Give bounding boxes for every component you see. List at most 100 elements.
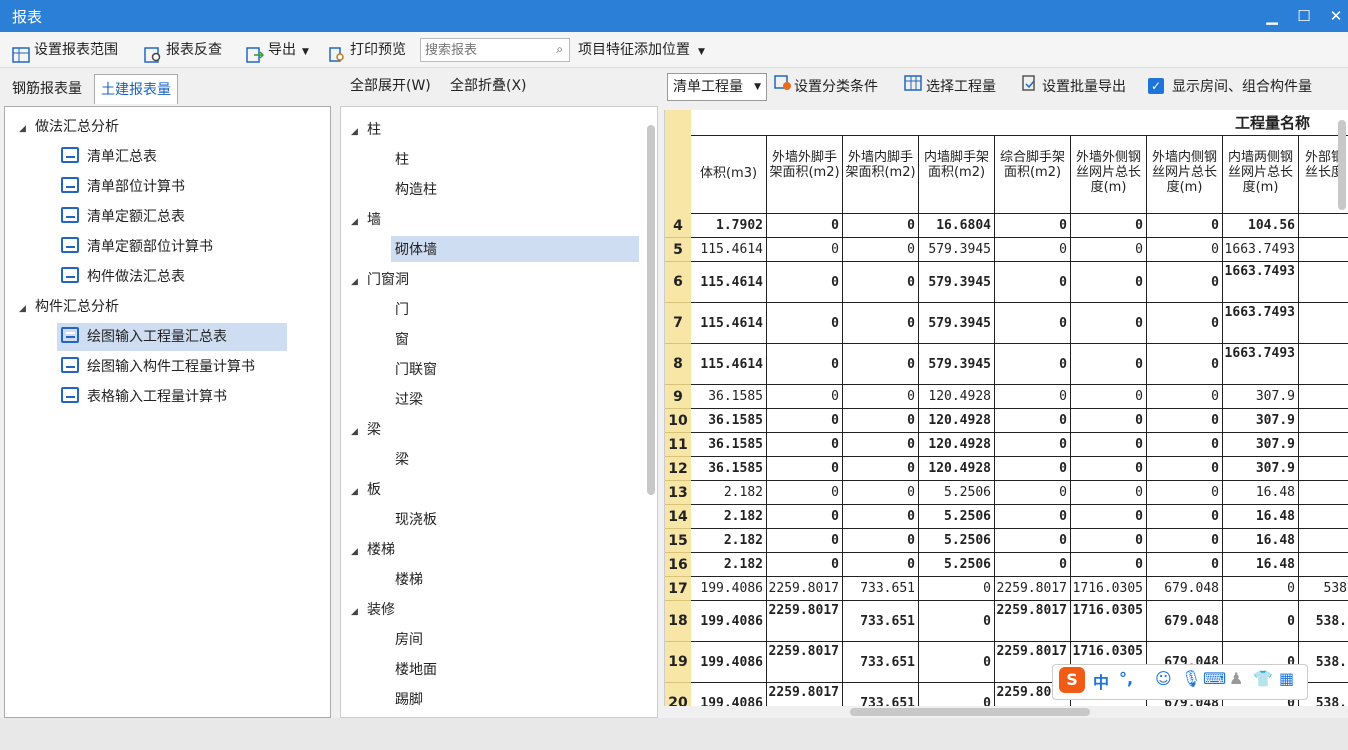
table-cell[interactable] <box>1299 303 1348 344</box>
table-cell[interactable]: 0 <box>1223 601 1299 642</box>
table-cell[interactable]: 679.048 <box>1147 577 1223 601</box>
component-item[interactable]: 柱 <box>395 145 409 175</box>
horizontal-scrollbar[interactable] <box>850 708 1090 716</box>
table-cell[interactable]: 579.3945 <box>919 303 995 344</box>
collapse-caret-icon[interactable]: ◢ <box>351 597 367 627</box>
select-quantity-button[interactable]: 选择工程量 <box>904 70 996 104</box>
row-number[interactable]: 16 <box>665 553 691 577</box>
table-cell[interactable]: 0 <box>1071 553 1147 577</box>
tree-group-component-summary[interactable]: ◢ 构件汇总分析 <box>19 293 119 321</box>
table-cell[interactable] <box>1299 481 1348 505</box>
table-cell[interactable]: 0 <box>843 433 919 457</box>
column-header[interactable]: 体积(m3) <box>691 136 767 214</box>
table-cell[interactable]: 0 <box>1071 385 1147 409</box>
row-number[interactable]: 5 <box>665 238 691 262</box>
table-cell[interactable]: 0 <box>995 553 1071 577</box>
table-cell[interactable]: 5.2506 <box>919 553 995 577</box>
table-cell[interactable] <box>1299 214 1348 238</box>
table-cell[interactable]: 2.182 <box>691 481 767 505</box>
table-cell[interactable]: 5.2506 <box>919 529 995 553</box>
table-cell[interactable]: 0 <box>767 344 843 385</box>
table-cell[interactable]: 0 <box>767 214 843 238</box>
table-cell[interactable]: 199.4086 <box>691 642 767 683</box>
table-cell[interactable]: 0 <box>843 481 919 505</box>
table-cell[interactable]: 36.1585 <box>691 433 767 457</box>
table-cell[interactable]: 0 <box>1147 303 1223 344</box>
table-cell[interactable]: 0 <box>995 238 1071 262</box>
row-number[interactable]: 4 <box>665 214 691 238</box>
checkbox-checked-icon[interactable]: ✓ <box>1148 78 1164 94</box>
table-cell[interactable]: 0 <box>995 214 1071 238</box>
table-cell[interactable]: 0 <box>919 683 995 706</box>
table-cell[interactable]: 0 <box>1147 385 1223 409</box>
table-cell[interactable]: 0 <box>995 457 1071 481</box>
ime-language-toggle[interactable]: 中 <box>1093 669 1109 693</box>
table-cell[interactable]: 0 <box>767 433 843 457</box>
table-cell[interactable]: 0 <box>1071 457 1147 481</box>
print-preview-button[interactable]: 打印预览 <box>328 32 406 68</box>
table-cell[interactable]: 579.3945 <box>919 262 995 303</box>
tree-item-report-selected[interactable]: 绘图输入工程量汇总表 <box>57 323 287 351</box>
table-cell[interactable]: 1716.0305 <box>1071 601 1147 642</box>
table-cell[interactable]: 538 <box>1299 577 1348 601</box>
table-cell[interactable]: 0 <box>1071 505 1147 529</box>
table-cell[interactable]: 579.3945 <box>919 344 995 385</box>
table-cell[interactable]: 307.9 <box>1223 385 1299 409</box>
table-cell[interactable]: 0 <box>767 262 843 303</box>
table-cell[interactable]: 733.651 <box>843 601 919 642</box>
table-cell[interactable]: 0 <box>1147 409 1223 433</box>
row-number[interactable]: 15 <box>665 529 691 553</box>
minimize-button[interactable]: ▁ <box>1258 3 1286 29</box>
table-cell[interactable]: 0 <box>1147 505 1223 529</box>
column-header[interactable]: 外墙外侧钢丝网片总长度(m) <box>1071 136 1147 214</box>
tree-item-report[interactable]: 清单汇总表 <box>61 143 157 171</box>
column-header[interactable]: 外墙内侧钢丝网片总长度(m) <box>1147 136 1223 214</box>
table-cell[interactable]: 2259.8017 <box>767 577 843 601</box>
column-header[interactable]: 综合脚手架面积(m2) <box>995 136 1071 214</box>
skin-icon[interactable]: 👕 <box>1253 669 1273 688</box>
table-cell[interactable]: 115.4614 <box>691 262 767 303</box>
table-cell[interactable]: 1663.7493 <box>1223 303 1299 344</box>
table-cell[interactable]: 0 <box>1223 577 1299 601</box>
ime-punctuation-toggle[interactable]: °, <box>1119 669 1133 688</box>
table-cell[interactable]: 2259.8017 <box>995 577 1071 601</box>
export-button[interactable]: 导出 ▼ <box>246 32 309 68</box>
table-cell[interactable]: 1.7902 <box>691 214 767 238</box>
component-item[interactable]: 梁 <box>395 445 409 475</box>
table-cell[interactable]: 0 <box>843 214 919 238</box>
table-cell[interactable]: 0 <box>843 344 919 385</box>
table-cell[interactable]: 0 <box>1071 529 1147 553</box>
emoji-icon[interactable]: ☺ <box>1155 669 1172 688</box>
row-number[interactable]: 20 <box>665 683 691 706</box>
component-item[interactable]: 砌体墙 <box>395 235 437 265</box>
table-cell[interactable]: 0 <box>1071 409 1147 433</box>
table-cell[interactable]: 5.2506 <box>919 505 995 529</box>
table-cell[interactable]: 0 <box>995 529 1071 553</box>
table-cell[interactable]: 0 <box>995 433 1071 457</box>
table-cell[interactable]: 0 <box>1147 481 1223 505</box>
tree-item-report[interactable]: 清单部位计算书 <box>61 173 185 201</box>
search-input[interactable] <box>421 39 541 61</box>
table-cell[interactable]: 0 <box>1147 344 1223 385</box>
close-button[interactable]: ✕ <box>1322 3 1348 29</box>
table-cell[interactable]: 16.48 <box>1223 481 1299 505</box>
table-cell[interactable]: 120.4928 <box>919 409 995 433</box>
table-cell[interactable]: 1663.7493 <box>1223 238 1299 262</box>
table-cell[interactable]: 0 <box>767 457 843 481</box>
table-cell[interactable]: 36.1585 <box>691 409 767 433</box>
table-cell[interactable]: 2259.8017 <box>767 642 843 683</box>
table-cell[interactable] <box>1299 457 1348 481</box>
row-number[interactable]: 19 <box>665 642 691 683</box>
table-cell[interactable]: 104.56 <box>1223 214 1299 238</box>
table-cell[interactable]: 0 <box>1071 433 1147 457</box>
row-number[interactable]: 6 <box>665 262 691 303</box>
table-cell[interactable]: 0 <box>1071 481 1147 505</box>
table-cell[interactable]: 0 <box>843 457 919 481</box>
component-group[interactable]: ◢ 楼梯 <box>351 535 395 565</box>
table-cell[interactable]: 0 <box>1147 214 1223 238</box>
table-cell[interactable] <box>1299 505 1348 529</box>
row-number[interactable]: 9 <box>665 385 691 409</box>
row-number[interactable]: 10 <box>665 409 691 433</box>
table-cell[interactable]: 0 <box>1071 238 1147 262</box>
row-number[interactable]: 17 <box>665 577 691 601</box>
